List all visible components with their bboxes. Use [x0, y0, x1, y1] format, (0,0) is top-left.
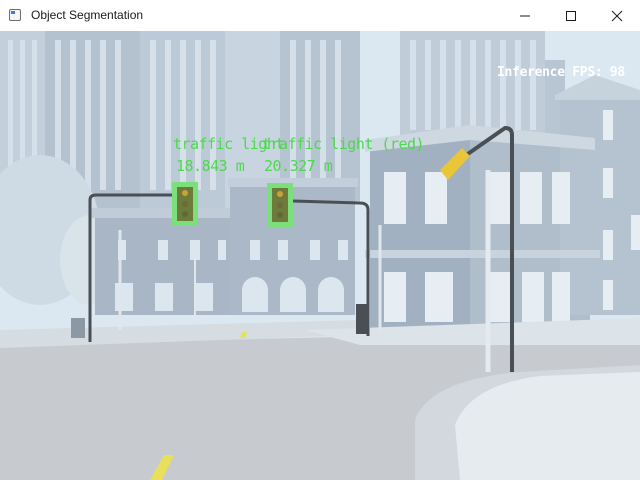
road — [0, 318, 640, 480]
detection-label-distance: 18.843 m — [176, 157, 245, 175]
minimize-button[interactable] — [502, 0, 548, 31]
detection-label-class: traffic light (red) — [262, 135, 425, 153]
close-icon — [611, 10, 623, 22]
traffic-light-left — [172, 182, 198, 226]
maximize-icon — [566, 11, 576, 21]
app-window-icon — [9, 9, 21, 21]
segmentation-viewport: traffic light 18.843 m traffic light (re… — [0, 31, 640, 480]
city-scene — [0, 31, 640, 480]
window-title: Object Segmentation — [31, 8, 144, 22]
inference-fps-readout: Inference FPS: 98 — [497, 65, 625, 80]
close-button[interactable] — [594, 0, 640, 31]
detection-label-distance: 20.327 m — [264, 157, 333, 175]
traffic-light-right — [267, 183, 293, 227]
title-bar[interactable]: Object Segmentation — [0, 0, 640, 32]
app-window: Object Segmentation traffic light 18.843… — [0, 0, 640, 480]
minimize-icon — [520, 15, 530, 17]
maximize-button[interactable] — [548, 0, 594, 31]
